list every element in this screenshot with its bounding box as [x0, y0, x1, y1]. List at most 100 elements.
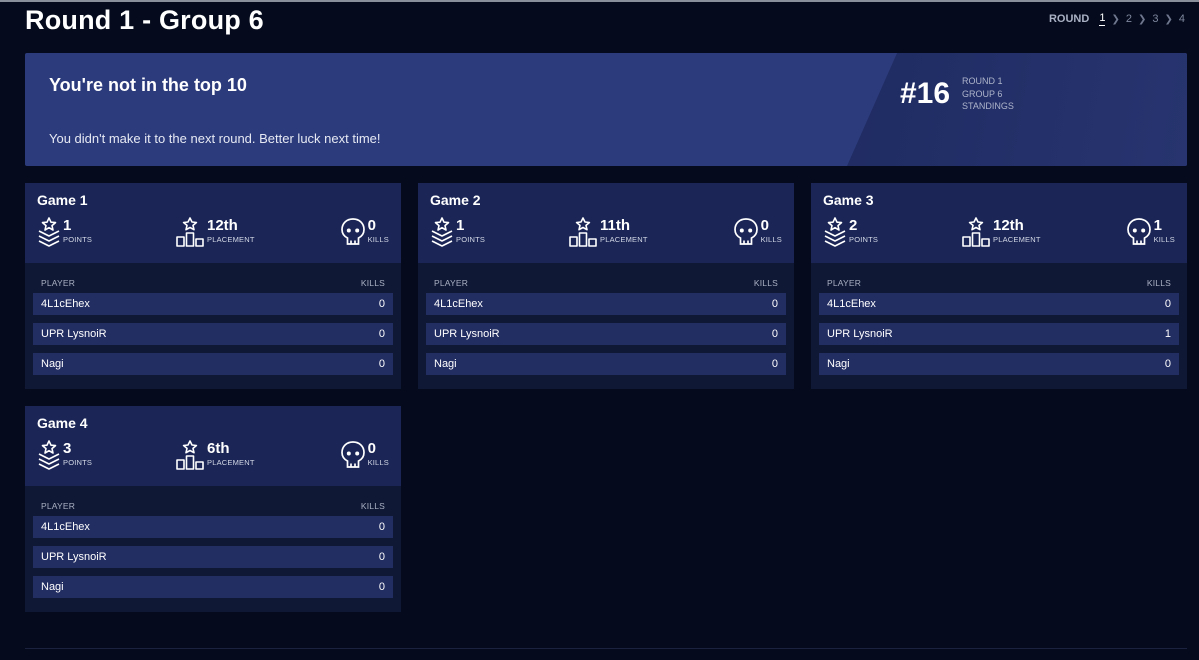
player-kills: 0 — [771, 358, 778, 370]
standing-meta: ROUND 1 GROUP 6 STANDINGS — [962, 75, 1014, 113]
player-kills: 0 — [378, 521, 385, 533]
kills-value: 1 — [1153, 217, 1162, 234]
player-table-header: PLAYER KILLS — [434, 278, 778, 288]
round-link-3[interactable]: 3 — [1152, 13, 1158, 25]
player-name: 4L1cEhex — [827, 298, 876, 310]
kills-stat: 0 KILLS — [733, 217, 782, 247]
round-link-1[interactable]: 1 — [1099, 12, 1106, 26]
player-row: 4L1cEhex 0 — [33, 293, 393, 315]
points-value: 3 — [63, 440, 72, 457]
player-list: 4L1cEhex 0 UPR LysnoiR 0 Nagi 0 — [33, 293, 393, 383]
player-name: UPR LysnoiR — [434, 328, 500, 340]
points-value: 1 — [63, 217, 72, 234]
game-stats: 2 POINTS 12th PLACEMENT 1 KILLS — [823, 217, 1175, 251]
kills-column-header: KILLS — [1146, 278, 1171, 288]
player-row: UPR LysnoiR 0 — [426, 323, 786, 345]
game-card-header: Game 3 2 POINTS 12th PLACEMENT 1 KILLS — [811, 183, 1187, 263]
player-row: UPR LysnoiR 0 — [33, 323, 393, 345]
player-column-header: PLAYER — [434, 278, 469, 288]
player-list: 4L1cEhex 0 UPR LysnoiR 1 Nagi 0 — [819, 293, 1179, 383]
player-kills: 0 — [771, 298, 778, 310]
chevron-right-icon: ❯ — [1111, 13, 1120, 25]
points-label: POINTS — [63, 235, 93, 244]
kills-column-header: KILLS — [360, 501, 385, 511]
player-kills: 0 — [378, 551, 385, 563]
round-nav-label: ROUND — [1048, 13, 1090, 25]
game-card-3: Game 3 2 POINTS 12th PLACEMENT 1 KILLS P… — [811, 183, 1187, 389]
kills-value: 0 — [367, 440, 376, 457]
player-kills: 1 — [1164, 328, 1171, 340]
skull-icon — [733, 217, 759, 247]
chevron-right-icon: ❯ — [1137, 13, 1147, 25]
points-stat: 3 POINTS — [37, 440, 92, 470]
points-stat: 2 POINTS — [823, 217, 878, 247]
meta-standings: STANDINGS — [962, 101, 1014, 111]
points-stat: 1 POINTS — [430, 217, 485, 247]
player-table-header: PLAYER KILLS — [827, 278, 1171, 288]
player-name: 4L1cEhex — [41, 521, 90, 533]
placement-label: PLACEMENT — [600, 235, 648, 244]
placement-label: PLACEMENT — [207, 458, 255, 467]
podium-icon — [568, 217, 598, 247]
game-title: Game 3 — [823, 192, 874, 208]
kills-stat: 0 KILLS — [340, 217, 389, 247]
bottom-divider — [25, 648, 1187, 649]
game-card-header: Game 4 3 POINTS 6th PLACEMENT 0 KILLS — [25, 406, 401, 486]
banner-title: You're not in the top 10 — [49, 75, 247, 95]
player-column-header: PLAYER — [41, 278, 76, 288]
player-column-header: PLAYER — [827, 278, 862, 288]
game-stats: 3 POINTS 6th PLACEMENT 0 KILLS — [37, 440, 389, 474]
round-link-4[interactable]: 4 — [1179, 13, 1185, 25]
game-title: Game 4 — [37, 415, 88, 431]
placement-label: PLACEMENT — [993, 235, 1041, 244]
player-row: 4L1cEhex 0 — [33, 516, 393, 538]
rank-chevron-icon — [823, 217, 847, 247]
player-name: UPR LysnoiR — [41, 551, 107, 563]
player-name: Nagi — [41, 581, 64, 593]
player-row: Nagi 0 — [33, 353, 393, 375]
player-row: Nagi 0 — [819, 353, 1179, 375]
player-row: 4L1cEhex 0 — [426, 293, 786, 315]
rank-chevron-icon — [37, 217, 61, 247]
points-label: POINTS — [63, 458, 93, 467]
meta-group: GROUP 6 — [962, 88, 1003, 99]
placement-value: 6th — [207, 440, 230, 457]
player-table-header: PLAYER KILLS — [41, 278, 385, 288]
standings-panel — [847, 53, 1187, 166]
meta-round: ROUND 1 — [962, 76, 1003, 86]
player-kills: 0 — [378, 358, 385, 370]
round-navigation: ROUND 1 ❯ 2 ❯ 3 ❯ 4 — [1049, 12, 1185, 26]
points-value: 2 — [849, 217, 858, 234]
banner-message: You didn't make it to the next round. Be… — [49, 131, 381, 146]
podium-icon — [175, 440, 205, 470]
player-name: 4L1cEhex — [434, 298, 483, 310]
player-kills: 0 — [378, 581, 385, 593]
game-card-2: Game 2 1 POINTS 11th PLACEMENT 0 KILLS P… — [418, 183, 794, 389]
player-name: Nagi — [434, 358, 457, 370]
player-kills: 0 — [378, 298, 385, 310]
player-list: 4L1cEhex 0 UPR LysnoiR 0 Nagi 0 — [33, 516, 393, 606]
player-list: 4L1cEhex 0 UPR LysnoiR 0 Nagi 0 — [426, 293, 786, 383]
player-row: UPR LysnoiR 0 — [33, 546, 393, 568]
player-name: Nagi — [41, 358, 64, 370]
kills-label: KILLS — [367, 235, 389, 244]
game-card-header: Game 1 1 POINTS 12th PLACEMENT 0 KILLS — [25, 183, 401, 263]
player-name: UPR LysnoiR — [827, 328, 893, 340]
player-row: UPR LysnoiR 1 — [819, 323, 1179, 345]
player-kills: 0 — [378, 328, 385, 340]
skull-icon — [340, 217, 366, 247]
placement-stat: 6th PLACEMENT — [175, 440, 255, 470]
round-link-2[interactable]: 2 — [1126, 13, 1132, 25]
points-label: POINTS — [849, 235, 879, 244]
page-title: Round 1 - Group 6 — [25, 5, 264, 35]
placement-value: 12th — [993, 217, 1024, 234]
placement-stat: 11th PLACEMENT — [568, 217, 648, 247]
game-card-header: Game 2 1 POINTS 11th PLACEMENT 0 KILLS — [418, 183, 794, 263]
kills-label: KILLS — [760, 235, 782, 244]
player-table-header: PLAYER KILLS — [41, 501, 385, 511]
points-label: POINTS — [456, 235, 486, 244]
placement-value: 11th — [600, 217, 631, 234]
skull-icon — [1126, 217, 1152, 247]
points-value: 1 — [456, 217, 465, 234]
player-kills: 0 — [771, 328, 778, 340]
